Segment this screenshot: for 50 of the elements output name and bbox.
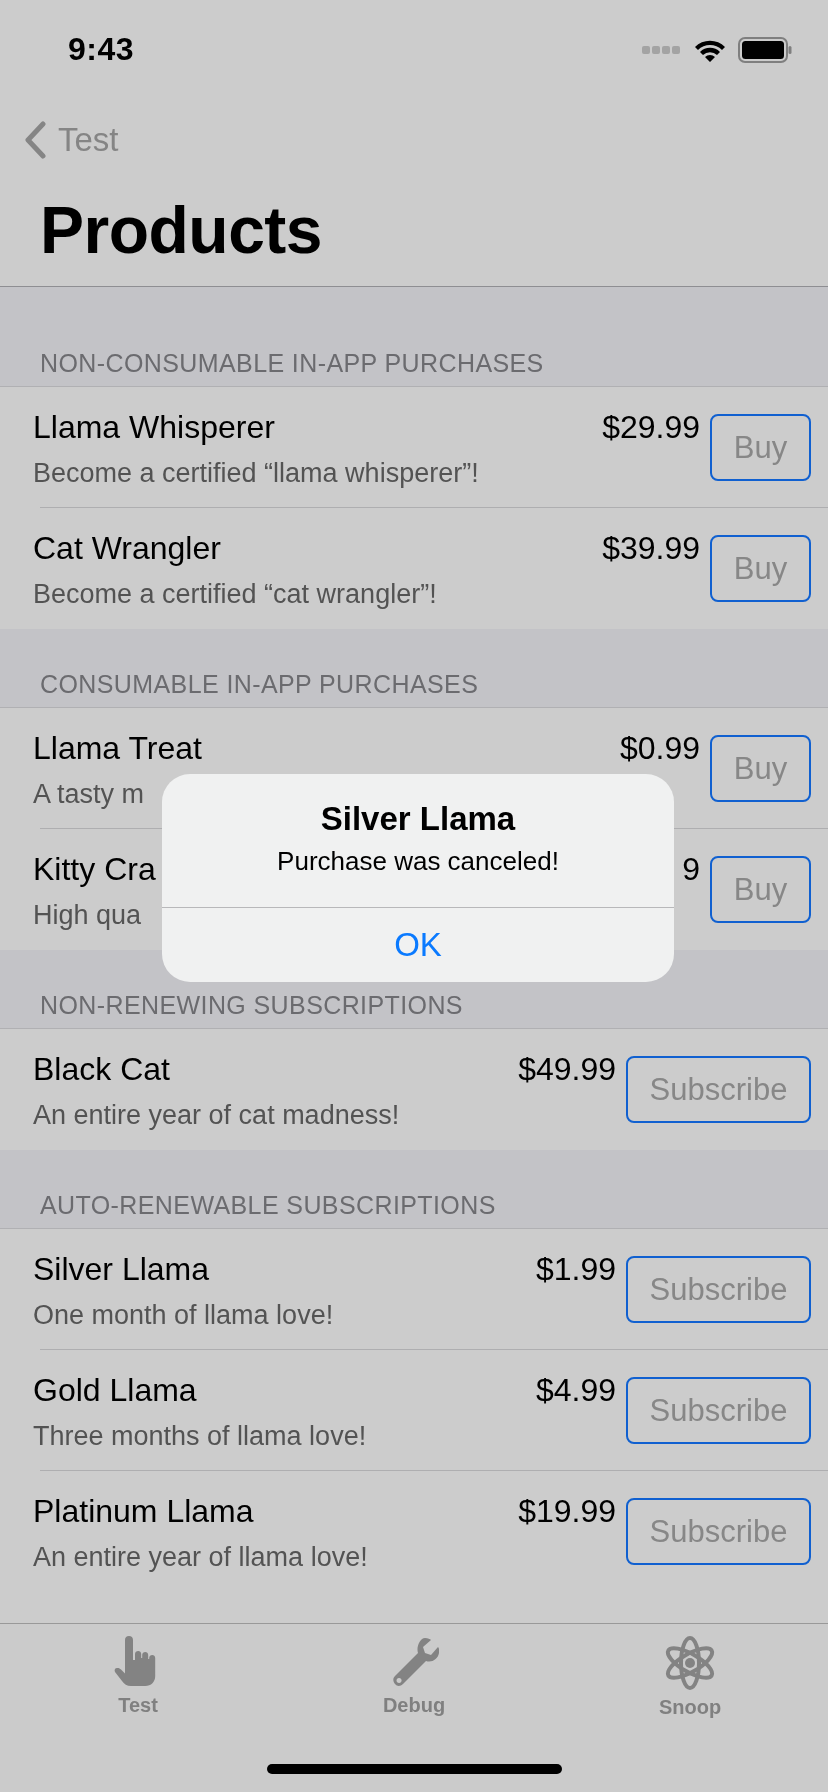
section-title: NON-RENEWING SUBSCRIPTIONS <box>40 991 463 1020</box>
product-description: An entire year of cat madness! <box>33 1100 400 1131</box>
subscribe-button[interactable]: Subscribe <box>626 1056 811 1123</box>
subscribe-button[interactable]: Subscribe <box>626 1498 811 1565</box>
product-name: Kitty Cra <box>33 851 156 888</box>
product-description: An entire year of llama love! <box>33 1542 368 1573</box>
buy-button[interactable]: Buy <box>710 856 811 923</box>
tab-bar-item[interactable]: Snoop <box>552 1624 828 1720</box>
subscribe-button[interactable]: Subscribe <box>626 1256 811 1323</box>
signal-icon <box>642 44 682 56</box>
tab-bar-item[interactable]: Debug <box>276 1624 552 1720</box>
chevron-left-icon <box>24 120 46 159</box>
product-description: Three months of llama love! <box>33 1421 367 1452</box>
product-name: Black Cat <box>33 1051 170 1088</box>
section-title: CONSUMABLE IN-APP PURCHASES <box>40 670 479 699</box>
product-price: $39.99 <box>602 529 700 567</box>
product-name: Gold Llama <box>33 1372 197 1409</box>
product-name: Silver Llama <box>33 1251 210 1288</box>
product-name: Platinum Llama <box>33 1493 254 1530</box>
product-description: A tasty m <box>33 779 145 810</box>
product-description: One month of llama love! <box>33 1300 334 1331</box>
product-price: 9 <box>682 850 700 888</box>
atom-icon <box>663 1634 717 1692</box>
product-description: High qua <box>33 900 142 931</box>
product-price: $0.99 <box>619 729 700 767</box>
alert-title: Silver Llama <box>320 800 516 838</box>
subscribe-button[interactable]: Subscribe <box>626 1377 811 1444</box>
status-time: 9:43 <box>68 30 135 68</box>
product-price: $49.99 <box>518 1050 616 1088</box>
battery-icon <box>738 37 792 63</box>
alert-message: Purchase was canceled! <box>277 846 559 877</box>
buy-button[interactable]: Buy <box>710 414 811 481</box>
tab-bar-item[interactable]: Test <box>0 1624 276 1720</box>
product-description: Become a certified “llama whisperer”! <box>33 458 479 489</box>
product-name: Cat Wrangler <box>33 530 221 567</box>
buy-button[interactable]: Buy <box>710 735 811 802</box>
wifi-icon <box>694 38 726 62</box>
product-name: Llama Whisperer <box>33 409 275 446</box>
product-price: $29.99 <box>602 408 700 446</box>
product-price: $4.99 <box>535 1371 616 1409</box>
section-title: NON-CONSUMABLE IN-APP PURCHASES <box>40 349 544 378</box>
product-description: Become a certified “cat wrangler”! <box>33 579 437 610</box>
ok-button[interactable]: OK <box>162 908 674 982</box>
page-title: Products <box>40 192 324 268</box>
back-button[interactable]: Test <box>24 100 125 180</box>
product-name: Llama Treat <box>33 730 202 767</box>
product-price: $19.99 <box>518 1492 616 1530</box>
product-price: $1.99 <box>535 1250 616 1288</box>
buy-button[interactable]: Buy <box>710 535 811 602</box>
section-title: AUTO-RENEWABLE SUBSCRIPTIONS <box>40 1191 496 1220</box>
